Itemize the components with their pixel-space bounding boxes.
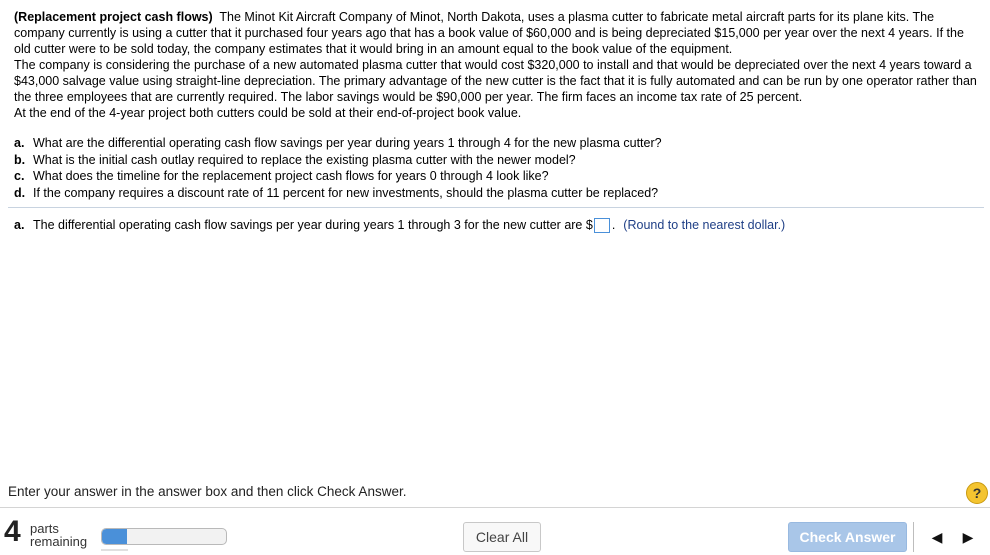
question-label: c. [14, 169, 25, 183]
question-text: What does the timeline for the replaceme… [33, 169, 549, 183]
answer-label: a. [14, 218, 25, 232]
question-label: b. [14, 152, 26, 167]
problem-statement: (Replacement project cash flows) The Min… [14, 9, 980, 121]
question-b: b. What is the initial cash outlay requir… [14, 152, 980, 169]
next-arrow-icon[interactable]: ▶ [955, 524, 981, 550]
problem-paragraph-1: (Replacement project cash flows) The Min… [14, 9, 980, 57]
help-icon[interactable]: ? [966, 482, 988, 504]
question-text: What are the differential operating cash… [33, 136, 662, 150]
question-list: a. What are the differential operating ca… [14, 135, 980, 201]
answer-input[interactable] [593, 217, 610, 233]
check-answer-button[interactable]: Check Answer [788, 522, 907, 552]
progress-bar [101, 528, 227, 545]
question-text: What is the initial cash outlay required… [33, 152, 576, 167]
clear-all-button[interactable]: Clear All [463, 522, 541, 552]
parts-label-line2: remaining [30, 534, 88, 549]
nav-divider [913, 522, 914, 552]
question-label: a. [14, 136, 25, 150]
section-divider [8, 207, 984, 208]
instruction-text: Enter your answer in the answer box and … [8, 484, 407, 499]
answer-prompt: The differential operating cash flow sav… [33, 218, 593, 232]
question-text: If the company requires a discount rate … [33, 185, 659, 200]
problem-paragraph-2: The company is considering the purchase … [14, 58, 977, 104]
parts-remaining-count: 4 [4, 515, 21, 548]
question-a: a. What are the differential operating ca… [14, 135, 980, 152]
question-c: c. What does the timeline for the replace… [14, 168, 980, 185]
answer-line: a. The differential operating cash flow … [14, 217, 785, 233]
progress-fill [102, 529, 127, 544]
previous-arrow-icon[interactable]: ◀ [924, 524, 950, 550]
parts-remaining-label: parts remaining [30, 522, 87, 548]
footer-divider [0, 507, 990, 508]
problem-title: (Replacement project cash flows) [14, 10, 213, 24]
question-label: d. [14, 185, 26, 200]
progress-underline [101, 549, 128, 551]
problem-paragraph-3: At the end of the 4-year project both cu… [14, 106, 522, 120]
answer-suffix: . [611, 218, 616, 232]
rounding-hint: (Round to the nearest dollar.) [623, 218, 786, 232]
question-d: d. If the company requires a discount rat… [14, 185, 980, 202]
